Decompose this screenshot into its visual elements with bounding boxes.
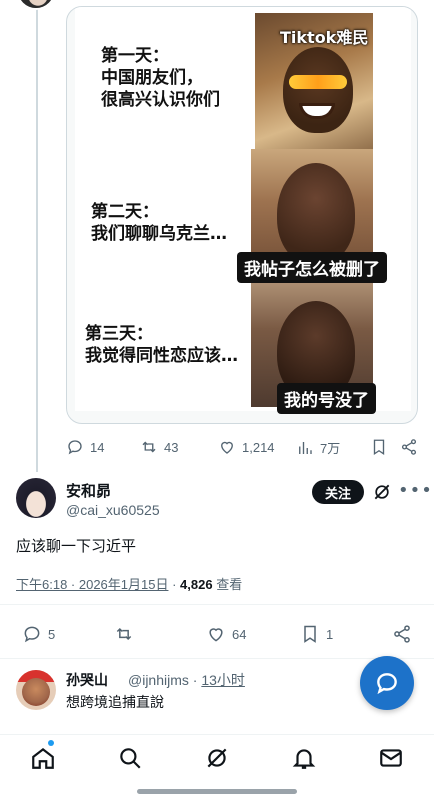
nav-grok[interactable] xyxy=(204,745,230,771)
display-name[interactable]: 安和昴 xyxy=(66,480,111,501)
compose-icon xyxy=(377,673,397,695)
bookmark-icon xyxy=(373,439,385,456)
reply-icon xyxy=(68,440,82,455)
repost-icon xyxy=(142,441,156,453)
more-icon[interactable]: ••• xyxy=(398,480,433,501)
share-button[interactable] xyxy=(392,624,412,644)
like-button[interactable]: 64 xyxy=(206,624,246,644)
reply-text: 想跨境追捕直說 xyxy=(66,695,164,711)
reply-time[interactable]: 13小时 xyxy=(201,672,245,688)
gesture-bar[interactable] xyxy=(137,789,297,794)
nav-messages[interactable] xyxy=(378,745,404,771)
like-count: 1,214 xyxy=(242,439,275,455)
nav-search[interactable] xyxy=(117,745,143,771)
messages-icon xyxy=(380,749,402,767)
home-icon xyxy=(32,747,54,769)
panel1-text: 第一天： 中国朋友们， 很高兴认识你们 xyxy=(101,46,220,110)
panel3-caption: 我的号没了 xyxy=(277,383,376,414)
like-icon xyxy=(221,441,233,454)
bookmark-count: 1 xyxy=(326,626,334,642)
panel2-caption: 我帖子怎么被删了 xyxy=(237,252,387,283)
meme-image: 第一天： 中国朋友们， 很高兴认识你们 第二天： 我们聊聊乌克兰… 第三天： 我… xyxy=(75,7,411,414)
views-icon xyxy=(299,441,312,454)
reply-button[interactable]: 5 xyxy=(22,624,55,644)
like-count: 64 xyxy=(232,626,247,642)
nav-notifications[interactable] xyxy=(291,745,317,771)
meme-watermark: Tiktok难民 xyxy=(280,28,369,47)
bookmark-button[interactable] xyxy=(370,438,388,456)
repost-button[interactable] xyxy=(114,624,134,644)
views-button[interactable]: 7万 xyxy=(296,438,340,457)
repost-count: 43 xyxy=(164,439,179,455)
share-button[interactable] xyxy=(400,438,418,456)
share-icon xyxy=(401,439,417,455)
bookmark-button[interactable]: 1 xyxy=(300,624,333,644)
like-button[interactable]: 1,214 xyxy=(218,438,275,456)
tweet-meta: 下午6:18 · 2026年1月15日 · 4,826 查看 xyxy=(16,574,242,593)
grok-icon[interactable] xyxy=(372,482,392,502)
reply-icon xyxy=(24,626,40,643)
like-icon xyxy=(209,628,223,642)
divider xyxy=(0,658,434,659)
tweet-views-count: 4,826 xyxy=(180,577,213,592)
views-count: 7万 xyxy=(320,441,341,456)
reply-handle[interactable]: @ijnhijms · 13小时 xyxy=(128,670,245,690)
avatar[interactable] xyxy=(16,478,56,518)
repost-button[interactable]: 43 xyxy=(140,438,178,456)
media-card[interactable]: 第一天： 中国朋友们， 很高兴认识你们 第二天： 我们聊聊乌克兰… 第三天： 我… xyxy=(66,6,418,424)
reply-count: 5 xyxy=(48,626,56,642)
divider xyxy=(0,604,434,605)
tweet-views-label: 查看 xyxy=(212,577,243,592)
bookmark-icon xyxy=(304,625,316,643)
grok-icon xyxy=(207,748,227,768)
reply-button[interactable]: 14 xyxy=(66,438,104,456)
reply-count: 14 xyxy=(90,439,105,455)
reply-avatar[interactable] xyxy=(16,670,56,710)
nav-home[interactable] xyxy=(30,745,56,771)
panel3-text: 第三天： 我觉得同性恋应该… xyxy=(85,324,238,366)
reply-display-name[interactable]: 孙哭山 xyxy=(66,670,108,690)
tweet-text: 应该聊一下习近平 xyxy=(16,537,137,555)
search-icon xyxy=(120,748,141,769)
notifications-icon xyxy=(292,749,316,769)
user-handle[interactable]: @cai_xu60525 xyxy=(66,502,160,518)
tweet-time[interactable]: 下午6:18 · 2026年1月15日 xyxy=(16,577,168,592)
home-notification-dot xyxy=(48,740,54,746)
repost-icon xyxy=(116,627,132,641)
thread-line xyxy=(36,0,38,472)
follow-button[interactable]: 关注 xyxy=(312,480,364,504)
panel2-text: 第二天： 我们聊聊乌克兰… xyxy=(91,202,227,244)
reply-handle-text: @ijnhijms · xyxy=(128,672,202,688)
previous-avatar[interactable] xyxy=(16,0,56,10)
compose-button[interactable] xyxy=(360,656,414,710)
share-icon xyxy=(394,625,410,643)
meta-separator: · xyxy=(168,577,181,592)
